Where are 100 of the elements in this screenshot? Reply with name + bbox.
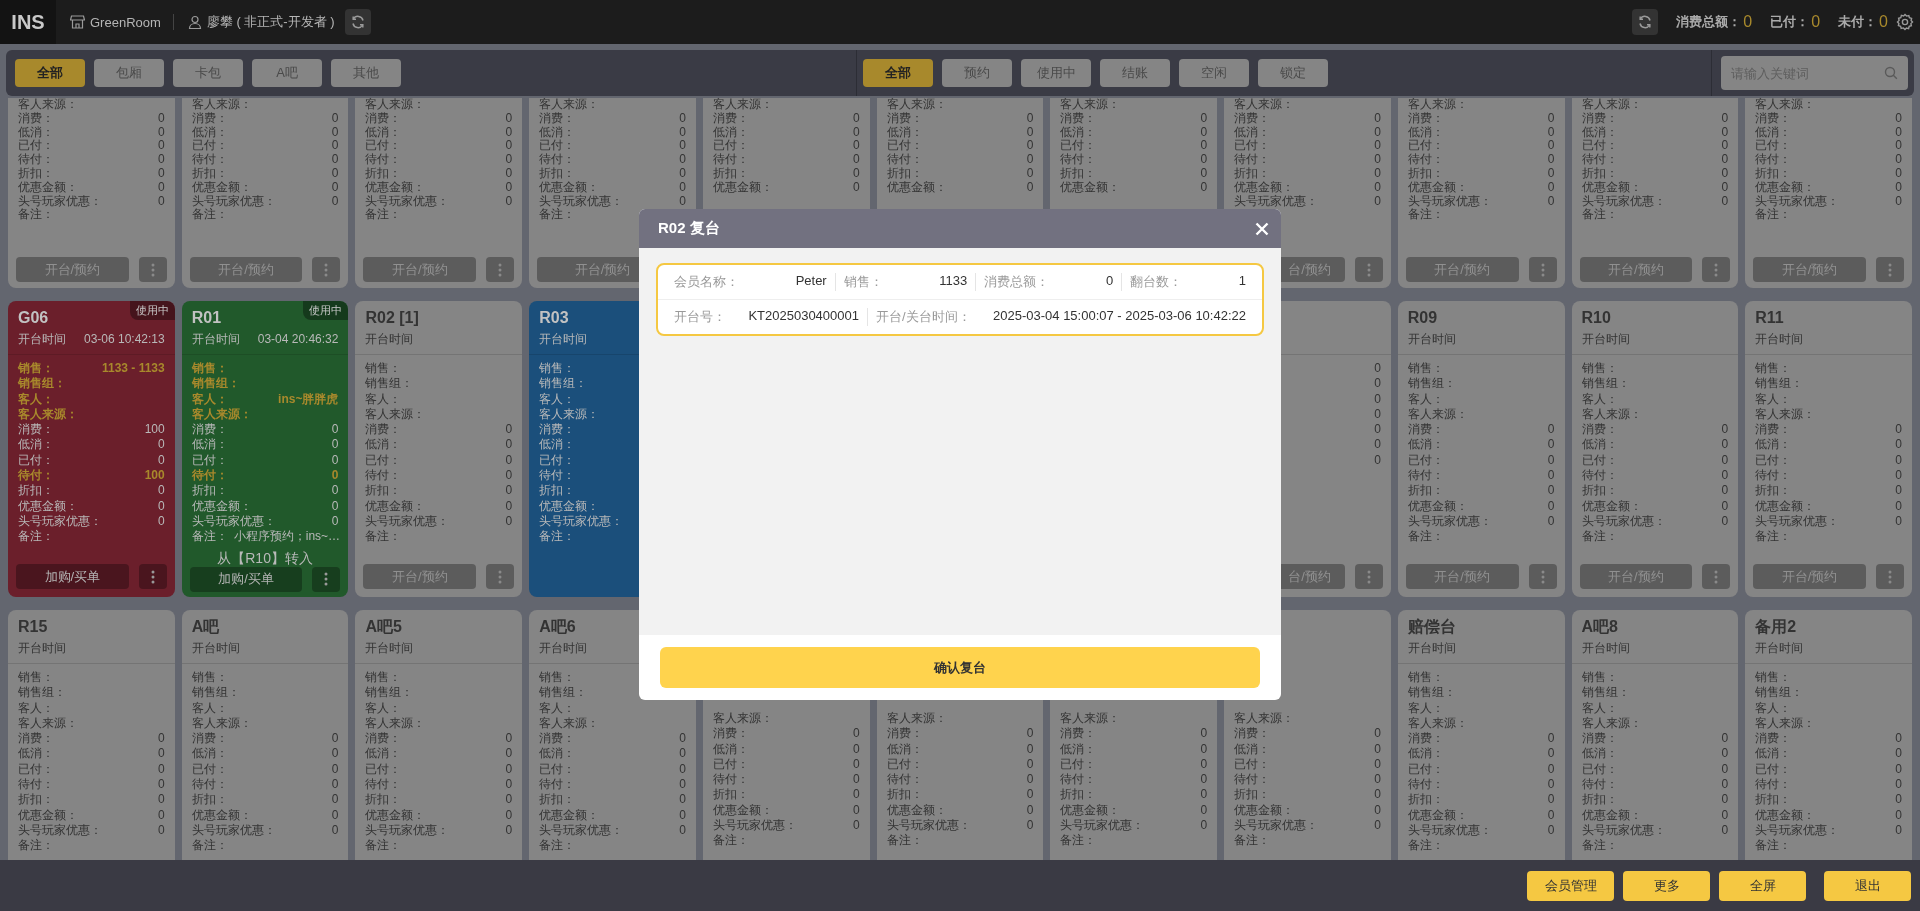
field-value: 0 — [1200, 726, 1208, 742]
field-value: 0 — [331, 111, 339, 126]
field-label: 销售组： — [18, 376, 66, 392]
field-value: 0 — [1547, 452, 1555, 469]
field-value: 0 — [1721, 111, 1729, 126]
field-label: 客人： — [1407, 700, 1444, 716]
field-value: 0 — [505, 483, 513, 499]
field-value: 0 — [1200, 802, 1208, 819]
field-label: 备注： — [1755, 529, 1792, 545]
field-label: 客人来源： — [18, 406, 78, 423]
field-value: 0 — [852, 167, 860, 181]
field-label: 头号玩家优惠： — [886, 818, 971, 834]
field-label: 折扣： — [365, 792, 402, 808]
field-value: 0 — [852, 802, 860, 819]
field-value: 0 — [1200, 153, 1208, 167]
field-label: 低消： — [1407, 746, 1444, 762]
field-value: 0 — [1026, 153, 1034, 167]
field-label: 备注： — [1581, 529, 1618, 545]
field-label: 销售组： — [1581, 376, 1630, 392]
open-time-label: 开台时间 — [1407, 640, 1456, 656]
field-value: 0 — [1200, 125, 1208, 140]
field-value: 0 — [1721, 498, 1729, 514]
field-label: 待付： — [1581, 153, 1618, 167]
field-label: 优惠金额： — [1581, 498, 1642, 514]
field-value: 0 — [1895, 807, 1902, 823]
field-label: 已付： — [1060, 139, 1097, 153]
field-label: 低消： — [365, 746, 402, 762]
field-value: 0 — [1895, 498, 1902, 514]
field-value: 0 — [1547, 111, 1555, 126]
field-label: 消费： — [886, 111, 923, 126]
field-label: 备注： — [886, 833, 923, 849]
field-value: 0 — [505, 807, 513, 823]
field-label: 客人来源： — [191, 98, 252, 112]
field-label: 客人： — [365, 391, 402, 407]
field-label: 折扣： — [365, 167, 402, 181]
field-label: 客人： — [1755, 700, 1792, 716]
field-label: 已付： — [1755, 761, 1792, 778]
user-name: 廖攀 ( 非正式-开发者 ) — [206, 13, 335, 31]
field-value: 0 — [158, 180, 165, 195]
table-name: G06 — [18, 309, 49, 326]
field-label: 待付： — [539, 153, 576, 167]
total-value: 0 — [1879, 13, 1888, 31]
field-value: 0 — [158, 792, 165, 808]
field-label: 待付： — [365, 777, 402, 793]
field-value: 0 — [1026, 756, 1034, 773]
field-label: 销售组： — [539, 685, 588, 701]
field-label: 折扣： — [712, 167, 749, 181]
field-label: 已付： — [1234, 756, 1271, 773]
field-label: 备注： — [712, 833, 749, 849]
open-time-label: 开台时间 — [1581, 331, 1630, 347]
field-value: 0 — [331, 139, 339, 154]
field-label: 折扣： — [18, 167, 54, 181]
field-label: 客人来源： — [1060, 98, 1121, 112]
field-label: 消费： — [1755, 731, 1792, 747]
field-label: 消费： — [1581, 111, 1618, 126]
field-value: 0 — [1026, 741, 1034, 757]
field-label: 优惠金额： — [539, 180, 600, 195]
field-label: 消费： — [191, 111, 228, 126]
field-value: 0 — [158, 452, 165, 469]
field-value: 0 — [1200, 111, 1208, 126]
field-value: 0 — [1200, 180, 1208, 195]
field-label: 头号玩家优惠： — [1407, 822, 1492, 839]
field-label: 低消： — [191, 125, 228, 139]
field-label: 客人来源： — [1581, 715, 1642, 732]
field-value: 0 — [1547, 437, 1555, 453]
field-value: 0 — [679, 731, 686, 747]
field-label: 备注： — [191, 838, 228, 854]
field-label: 已付： — [539, 761, 576, 778]
field-value: 0 — [1547, 194, 1555, 209]
field-label: 消费： — [1234, 726, 1271, 742]
field-label: 消费： — [886, 726, 923, 742]
field-label: 备注： — [539, 529, 576, 545]
field-label: 折扣： — [886, 167, 923, 181]
field-label: 备注： — [1755, 208, 1792, 223]
field-value: 0 — [1547, 483, 1555, 499]
field-label: 折扣： — [1234, 787, 1271, 803]
field-label: 待付： — [886, 772, 923, 788]
field-value: 0 — [1547, 153, 1555, 167]
field-value: 0 — [1026, 167, 1034, 181]
field-value: 0 — [852, 787, 860, 803]
field-label: 客人来源： — [539, 715, 600, 732]
field-value: 0 — [1026, 772, 1034, 788]
field-value: 0 — [331, 513, 339, 530]
field-label: 低消： — [1234, 741, 1271, 757]
field-label: 消费： — [191, 731, 228, 747]
total-label: 未付： — [1838, 13, 1878, 31]
field-value: 0 — [679, 180, 686, 195]
field-value: 0 — [679, 822, 686, 839]
field-value: 0 — [1895, 194, 1902, 209]
field-label: 客人来源： — [1060, 711, 1121, 727]
field-label: 消费： — [1407, 111, 1444, 126]
field-value: 0 — [1374, 167, 1381, 181]
field-label: 待付： — [1234, 772, 1271, 788]
field-value: 0 — [1547, 822, 1555, 839]
field-value: 0 — [679, 807, 686, 823]
table-name: R11 — [1755, 309, 1784, 326]
field-label: 消费： — [18, 731, 54, 747]
field-value: 0 — [1374, 452, 1381, 469]
field-label: 销售： — [191, 670, 228, 686]
field-value: 100 — [144, 468, 165, 484]
